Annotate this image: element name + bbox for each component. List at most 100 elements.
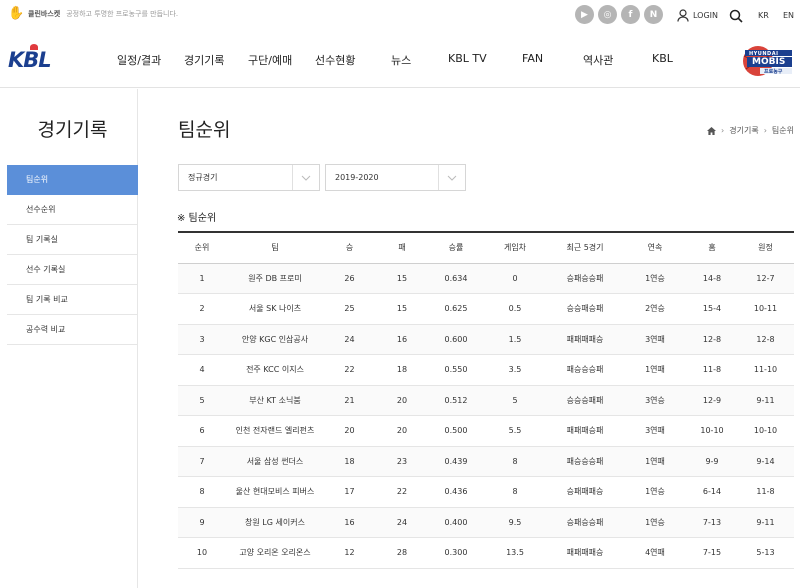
user-icon <box>677 9 689 22</box>
sidebar: 경기기록 팀순위 선수순위 팀 기록실 선수 기록실 팀 기록 비교 공수력 비… <box>0 89 138 588</box>
sponsor-logo[interactable]: HYUNDAI MOBIS 프로농구 <box>740 42 794 80</box>
sidebar-item-offense-defense[interactable]: 공수력 비교 <box>7 315 138 345</box>
table-cell: 22 <box>324 354 375 386</box>
team-name-cell[interactable]: 울산 현대모비스 피버스 <box>226 476 324 508</box>
login-link[interactable]: LOGIN <box>677 9 718 22</box>
table-cell: 8 <box>483 476 547 508</box>
sidebar-item-player-records[interactable]: 선수 기록실 <box>7 255 138 285</box>
table-cell: 10-10 <box>687 415 737 447</box>
game-type-select[interactable]: 정규경기 <box>178 164 320 191</box>
team-name-cell[interactable]: 서울 삼성 썬더스 <box>226 446 324 477</box>
sidebar-item-player-rank[interactable]: 선수순위 <box>7 195 138 225</box>
table-row: 3 안양 KGC 인삼공사 24 16 0.600 1.5 패패패패승 3연패 12-8 12-8 <box>178 324 794 355</box>
kbl-logo[interactable]: KBL <box>8 44 56 74</box>
table-cell: 6 <box>178 415 226 447</box>
column-header: 승률 <box>429 231 483 264</box>
team-name-cell[interactable]: 고양 오리온 오리온스 <box>226 537 324 569</box>
table-cell: 0.439 <box>429 446 483 477</box>
nav-kbl[interactable]: KBL <box>652 52 673 65</box>
team-name-cell[interactable]: 서울 SK 나이츠 <box>226 293 324 325</box>
facebook-icon[interactable]: f <box>621 5 640 24</box>
table-cell: 10 <box>178 537 226 569</box>
main-header: KBL 일정/결과 경기기록 구단/예매 선수현황 뉴스 KBL TV FAN … <box>0 30 800 88</box>
naver-icon[interactable]: N <box>644 5 663 24</box>
table-cell: 12-8 <box>737 324 794 355</box>
nav-kbltv[interactable]: KBL TV <box>448 52 487 65</box>
table-cell: 9-9 <box>687 446 737 477</box>
season-select[interactable]: 2019-2020 <box>325 164 466 191</box>
team-name-cell[interactable]: 전주 KCC 이지스 <box>226 354 324 386</box>
nav-schedule[interactable]: 일정/결과 <box>117 52 161 68</box>
search-button[interactable] <box>729 8 743 27</box>
table-row: 4 전주 KCC 이지스 22 18 0.550 3.5 패승승승패 1연패 11-8 11-10 <box>178 354 794 386</box>
table-cell: 패패패승패 <box>547 415 623 447</box>
team-name-cell[interactable]: 안양 KGC 인삼공사 <box>226 324 324 355</box>
section-title: ※ 팀순위 <box>177 213 217 224</box>
table-cell: 12-9 <box>687 385 737 416</box>
nav-history[interactable]: 역사관 <box>583 52 613 68</box>
table-cell: 3연패 <box>623 415 687 447</box>
column-header: 연속 <box>623 231 687 264</box>
season-value: 2019-2020 <box>335 173 379 182</box>
table-cell: 17 <box>324 476 375 508</box>
table-cell: 12-7 <box>737 263 794 294</box>
youtube-icon[interactable]: ▶ <box>575 5 594 24</box>
sponsor-line2: MOBIS <box>752 57 786 67</box>
table-cell: 8 <box>178 476 226 508</box>
sidebar-item-team-records[interactable]: 팀 기록실 <box>7 225 138 255</box>
table-cell: 3 <box>178 324 226 355</box>
table-cell: 16 <box>324 507 375 538</box>
table-cell: 20 <box>375 415 429 447</box>
table-cell: 0.436 <box>429 476 483 508</box>
team-name-cell[interactable]: 부산 KT 소닉붐 <box>226 385 324 416</box>
game-type-value: 정규경기 <box>188 173 218 182</box>
logo-text: KBL <box>8 48 52 72</box>
sidebar-item-team-compare[interactable]: 팀 기록 비교 <box>7 285 138 315</box>
sidebar-menu: 팀순위 선수순위 팀 기록실 선수 기록실 팀 기록 비교 공수력 비교 <box>7 165 138 345</box>
lang-kr[interactable]: KR <box>758 11 769 20</box>
standings-table: 순위 팀 승 패 승률 게임차 최근 5경기 연속 홈 원정 1 원주 DB 프로미 26 15 0.63… <box>178 231 794 569</box>
table-cell: 25 <box>324 293 375 325</box>
sponsor-line3: 프로농구 <box>764 69 783 75</box>
instagram-icon[interactable]: ◎ <box>598 5 617 24</box>
table-cell: 8 <box>483 446 547 477</box>
team-name-cell[interactable]: 원주 DB 프로미 <box>226 263 324 294</box>
nav-records[interactable]: 경기기록 <box>184 52 224 68</box>
nav-players[interactable]: 선수현황 <box>315 52 355 68</box>
table-cell: 22 <box>375 476 429 508</box>
home-icon[interactable] <box>707 126 717 135</box>
table-cell: 21 <box>324 385 375 416</box>
table-cell: 1연패 <box>623 446 687 477</box>
table-cell: 28 <box>375 537 429 569</box>
nav-clubs[interactable]: 구단/예매 <box>248 52 292 68</box>
chevron-right-icon: › <box>721 126 725 135</box>
table-cell: 9-14 <box>737 446 794 477</box>
column-header: 최근 5경기 <box>547 231 623 264</box>
table-cell: 패승승승패 <box>547 354 623 386</box>
lang-en[interactable]: EN <box>783 11 794 20</box>
nav-news[interactable]: 뉴스 <box>391 52 411 68</box>
sidebar-item-team-rank[interactable]: 팀순위 <box>7 165 138 195</box>
table-cell: 9.5 <box>483 507 547 538</box>
column-header: 게임차 <box>483 231 547 264</box>
table-cell: 7 <box>178 446 226 477</box>
team-name-cell[interactable]: 인천 전자랜드 엘리펀츠 <box>226 415 324 447</box>
table-row: 5 부산 KT 소닉붐 21 20 0.512 5 승승승패패 3연승 12-9 9-11 <box>178 385 794 416</box>
nav-fan[interactable]: FAN <box>522 52 543 65</box>
table-cell: 10-10 <box>737 415 794 447</box>
table-cell: 1연승 <box>623 507 687 538</box>
breadcrumb-current[interactable]: 팀순위 <box>772 125 794 136</box>
table-cell: 5-13 <box>737 537 794 569</box>
clean-basket-banner[interactable]: ✋ 클린바스켓 공정하고 투명한 프로농구를 만듭니다. <box>8 6 178 22</box>
table-row: 8 울산 현대모비스 피버스 17 22 0.436 8 승패패패승 1연승 6-14 11-8 <box>178 476 794 508</box>
table-cell: 승패승승패 <box>547 263 623 294</box>
table-row: 10 고양 오리온 오리온스 12 28 0.300 13.5 패패패패승 4연패 7-15 5-… <box>178 537 794 569</box>
table-row: 2 서울 SK 나이츠 25 15 0.625 0.5 승승패승패 2연승 15-4 10-11 <box>178 293 794 325</box>
breadcrumb-section[interactable]: 경기기록 <box>729 125 758 136</box>
team-name-cell[interactable]: 창원 LG 세이커스 <box>226 507 324 538</box>
table-cell: 패승승승패 <box>547 446 623 477</box>
table-cell: 7-13 <box>687 507 737 538</box>
table-cell: 0.550 <box>429 354 483 386</box>
table-cell: 1.5 <box>483 324 547 355</box>
table-cell: 1연승 <box>623 263 687 294</box>
